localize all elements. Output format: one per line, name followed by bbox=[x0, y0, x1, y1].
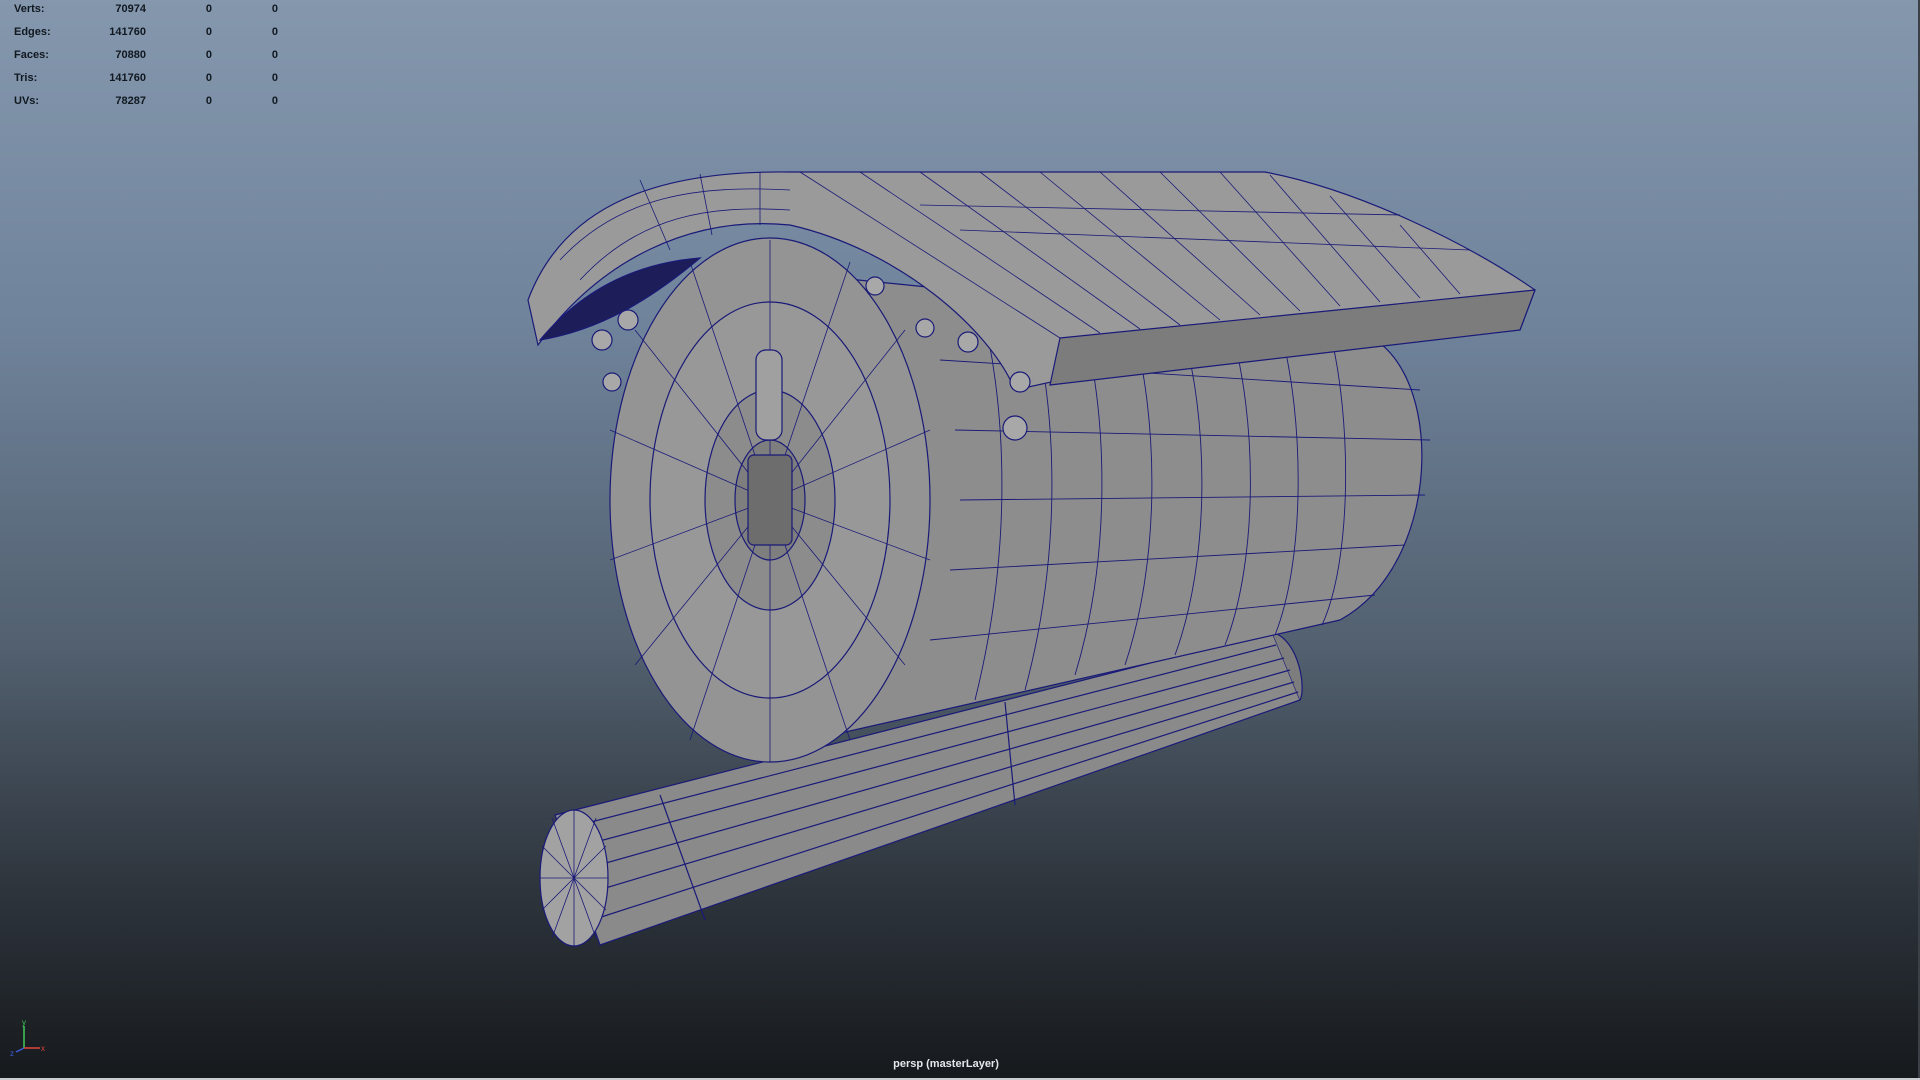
camera-label: persp (masterLayer) bbox=[893, 1058, 999, 1070]
hud-value: 0 bbox=[271, 49, 278, 61]
hud-value: 141760 bbox=[109, 26, 146, 38]
axis-y-label: y bbox=[22, 1018, 26, 1027]
hud-value: 0 bbox=[271, 26, 278, 38]
hud-label: Tris: bbox=[14, 72, 38, 84]
maya-viewport[interactable]: Verts: 70974 0 0 Edges: 141760 0 0 Faces… bbox=[0, 0, 1920, 1080]
hud-value: 0 bbox=[205, 95, 212, 107]
hud-value: 78287 bbox=[115, 95, 146, 107]
axis-x-label: x bbox=[41, 1044, 45, 1053]
axis-z-label: z bbox=[10, 1049, 14, 1058]
hud-label: Faces: bbox=[14, 49, 49, 61]
hud-value: 0 bbox=[205, 26, 212, 38]
hud-value: 0 bbox=[271, 3, 278, 15]
hud-value: 0 bbox=[271, 95, 278, 107]
hud-value: 0 bbox=[205, 3, 212, 15]
hud-label: Verts: bbox=[14, 3, 45, 15]
hud-value: 70880 bbox=[115, 49, 146, 61]
hud-value: 70974 bbox=[115, 3, 146, 15]
axis-gizmo-icon: y x z bbox=[10, 1018, 45, 1058]
mesh-model[interactable] bbox=[0, 0, 1920, 1080]
hud-value: 0 bbox=[271, 72, 278, 84]
hud-value: 141760 bbox=[109, 72, 146, 84]
hud-value: 0 bbox=[205, 72, 212, 84]
hud-label: Edges: bbox=[14, 26, 51, 38]
hud-value: 0 bbox=[205, 49, 212, 61]
hud-label: UVs: bbox=[14, 95, 40, 107]
